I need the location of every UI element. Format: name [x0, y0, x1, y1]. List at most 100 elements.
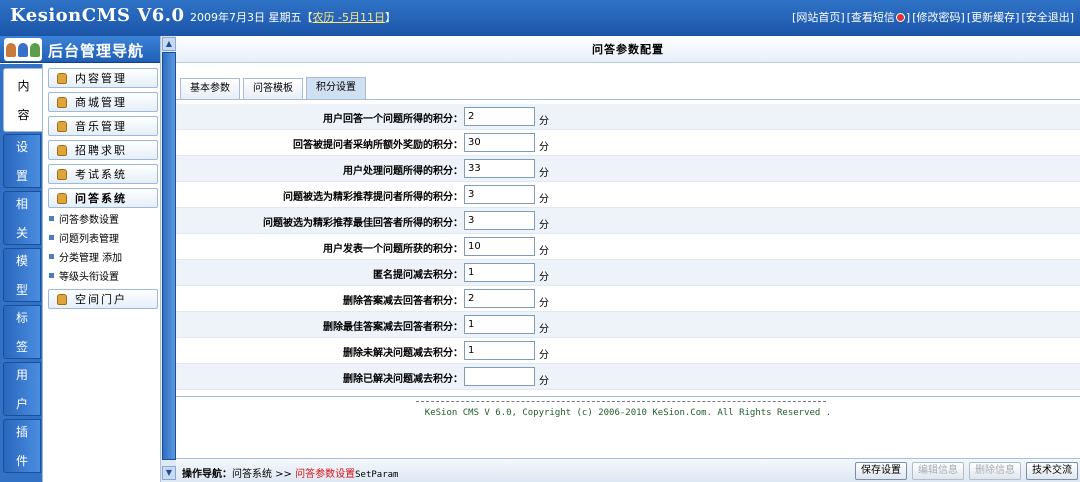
field-label: 问题被选为精彩推荐提问者所得的积分：	[283, 192, 463, 203]
delete-info-button[interactable]: 删除信息	[969, 462, 1021, 480]
accepted-bonus-input[interactable]	[464, 133, 535, 152]
save-settings-button[interactable]: 保存设置	[855, 462, 907, 480]
app-logo: KesionCMS V6.0	[10, 5, 185, 26]
side-tab-char: 设	[15, 140, 28, 154]
delete-best-answer-deduct-input[interactable]	[464, 315, 535, 334]
field-label: 匿名提问减去积分：	[373, 270, 463, 281]
featured-answerer-points-input[interactable]	[464, 211, 535, 230]
side-tab-char: 容	[17, 108, 30, 122]
menu-item-exam-system[interactable]: 考试系统	[48, 164, 158, 184]
link-logout[interactable]: [安全退出]	[1021, 9, 1074, 25]
delete-solved-deduct-input[interactable]	[464, 367, 535, 386]
nav-scrollbar[interactable]: ▲ ▼	[160, 36, 176, 482]
menu-item-music-management[interactable]: 音乐管理	[48, 116, 158, 136]
side-tab-settings[interactable]: 设置	[3, 134, 41, 188]
unit-label: 分	[539, 272, 549, 283]
unit-label: 分	[539, 324, 549, 335]
side-tab-char: 用	[15, 368, 28, 382]
menu-item-mall-management[interactable]: 商城管理	[48, 92, 158, 112]
side-tab-model[interactable]: 模型	[3, 248, 41, 302]
side-tab-char: 置	[15, 169, 28, 183]
form-row: 用户回答一个问题所得的积分： 分	[176, 104, 1080, 130]
form-row: 问题被选为精彩推荐最佳回答者所得的积分： 分	[176, 208, 1080, 234]
submenu-question-list[interactable]: 问题列表管理	[49, 230, 119, 245]
submenu-label: 问答参数设置	[59, 215, 119, 226]
submenu-label: 分类管理 添加	[59, 253, 123, 264]
delete-answer-deduct-input[interactable]	[464, 289, 535, 308]
status-bar: 操作导航：问答系统 >> 问答参数设置SetParam 保存设置 编辑信息 删除…	[176, 458, 1080, 482]
side-tab-plugins[interactable]: 插件	[3, 419, 41, 473]
side-tab-char: 标	[15, 311, 28, 325]
tab-basic-params[interactable]: 基本参数	[180, 78, 240, 99]
side-tab-tags[interactable]: 标签	[3, 305, 41, 359]
link-refresh-cache[interactable]: [更新缓存]	[967, 9, 1020, 25]
link-site-home[interactable]: [网站首页]	[792, 9, 845, 25]
field-label: 用户回答一个问题所得的积分：	[323, 114, 463, 125]
tech-exchange-button[interactable]: 技术交流	[1026, 462, 1078, 480]
breadcrumb: 操作导航：问答系统 >> 问答参数设置SetParam	[182, 465, 398, 480]
menu-item-label: 招聘求职	[75, 144, 127, 157]
submenu-qa-settings[interactable]: 问答参数设置	[49, 211, 119, 226]
message-indicator-icon	[895, 13, 905, 22]
featured-asker-points-input[interactable]	[464, 185, 535, 204]
side-tab-users[interactable]: 用户	[3, 362, 41, 416]
menu-item-label: 内容管理	[75, 72, 127, 85]
handle-question-points-input[interactable]	[464, 159, 535, 178]
unit-label: 分	[539, 142, 549, 153]
tab-points-settings[interactable]: 积分设置	[306, 77, 366, 99]
menu-item-label: 商城管理	[75, 96, 127, 109]
side-tab-char: 模	[15, 254, 28, 268]
side-tab-content[interactable]: 内容	[3, 68, 43, 132]
menu-item-recruitment[interactable]: 招聘求职	[48, 140, 158, 160]
unit-label: 分	[539, 168, 549, 179]
date-display: 2009年7月3日 星期五【农历 -5月11日】	[190, 9, 396, 25]
lunar-date-link[interactable]: 农历 -5月11日	[313, 11, 385, 24]
bullet-icon	[49, 254, 54, 259]
field-label: 回答被提问者采纳所额外奖励的积分：	[293, 140, 463, 151]
form-row: 删除已解决问题减去积分： 分	[176, 364, 1080, 390]
field-label: 删除未解决问题减去积分：	[343, 348, 463, 359]
menu-item-label: 空间门户	[75, 293, 127, 306]
bullet-icon	[49, 235, 54, 240]
menu-item-label: 音乐管理	[75, 120, 127, 133]
delete-unsolved-deduct-input[interactable]	[464, 341, 535, 360]
nav-title: 后台管理导航	[48, 42, 145, 60]
answer-points-input[interactable]	[464, 107, 535, 126]
tab-qa-template[interactable]: 问答模板	[243, 78, 303, 99]
side-tab-char: 件	[15, 454, 28, 468]
side-tab-char: 内	[17, 79, 30, 93]
field-label: 用户发表一个问题所获的积分：	[323, 244, 463, 255]
unit-label: 分	[539, 194, 549, 205]
field-label: 删除答案减去回答者积分：	[343, 296, 463, 307]
unit-label: 分	[539, 298, 549, 309]
hand-icon	[57, 168, 67, 180]
form-row: 回答被提问者采纳所额外奖励的积分： 分	[176, 130, 1080, 156]
menu-item-qa-system[interactable]: 问答系统	[48, 188, 158, 208]
hand-icon	[57, 192, 67, 204]
side-tab-char: 相	[15, 197, 28, 211]
submenu-rank-titles[interactable]: 等级头衔设置	[49, 268, 119, 283]
link-view-messages[interactable]: [查看短信]	[847, 9, 911, 25]
link-change-password[interactable]: [修改密码]	[912, 9, 965, 25]
menu-item-content-management[interactable]: 内容管理	[48, 68, 158, 88]
form-row: 问题被选为精彩推荐提问者所得的积分： 分	[176, 182, 1080, 208]
page-title: 问答参数配置	[176, 36, 1080, 63]
unit-label: 分	[539, 376, 549, 387]
field-label: 问题被选为精彩推荐最佳回答者所得的积分：	[263, 218, 463, 229]
scroll-down-arrow-icon[interactable]: ▼	[162, 466, 176, 480]
scroll-up-arrow-icon[interactable]: ▲	[162, 37, 176, 51]
anonymous-deduct-input[interactable]	[464, 263, 535, 282]
menu-item-label: 问答系统	[75, 192, 127, 205]
hand-icon	[57, 120, 67, 132]
left-panel: 后台管理导航 内容 设置 相关 模型 标签 用户 插件 内容管理 商城管理 音乐…	[0, 36, 176, 482]
submenu-category-management[interactable]: 分类管理 添加	[49, 249, 122, 264]
post-question-points-input[interactable]	[464, 237, 535, 256]
scroll-thumb[interactable]	[162, 52, 176, 460]
top-links: [网站首页] [查看短信] [修改密码] [更新缓存] [安全退出]	[792, 9, 1074, 25]
edit-info-button[interactable]: 编辑信息	[912, 462, 964, 480]
admin-users-icon	[4, 38, 42, 61]
menu-item-space-portal[interactable]: 空间门户	[48, 289, 158, 309]
side-tab-related[interactable]: 相关	[3, 191, 41, 245]
unit-label: 分	[539, 350, 549, 361]
breadcrumb-code: SetParam	[355, 470, 399, 480]
